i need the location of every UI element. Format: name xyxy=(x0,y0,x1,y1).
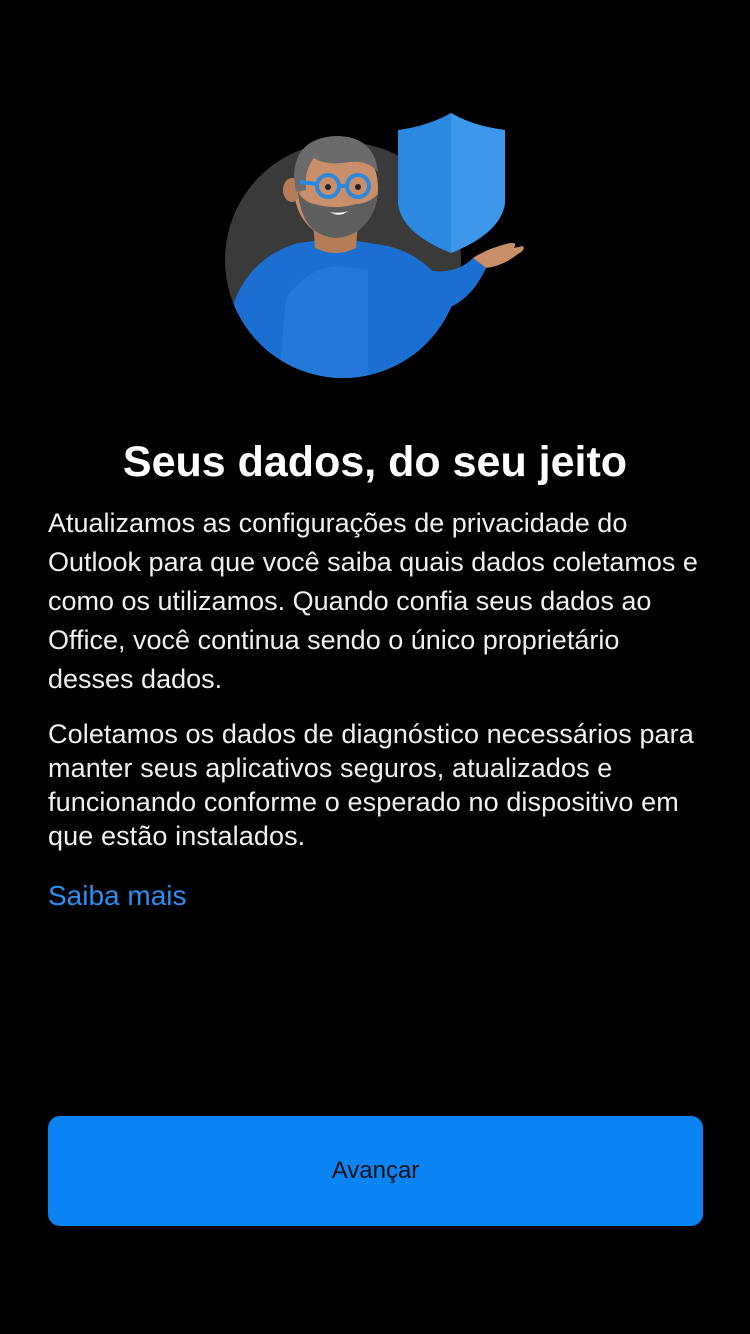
learn-more-link[interactable]: Saiba mais xyxy=(48,878,187,914)
next-button-label: Avançar xyxy=(331,1157,420,1184)
privacy-illustration xyxy=(218,108,538,388)
diagnostic-data-description: Coletamos os dados de diagnóstico necess… xyxy=(48,719,694,851)
page-title: Seus dados, do seu jeito xyxy=(122,438,628,486)
next-button[interactable]: Avançar xyxy=(48,1116,703,1226)
privacy-description: Atualizamos as configurações de privacid… xyxy=(48,508,698,694)
